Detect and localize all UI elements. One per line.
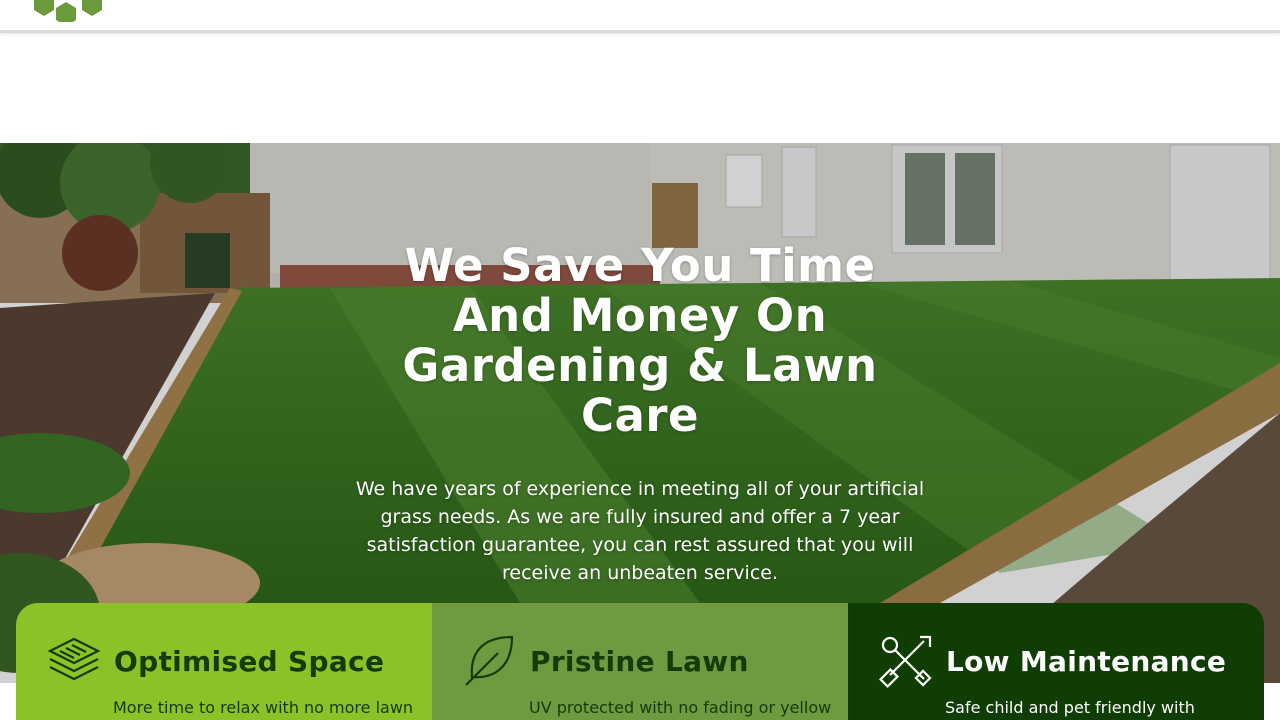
feature-description: More time to relax with no more lawn [113, 698, 414, 717]
hero-description: We have years of experience in meeting a… [355, 478, 925, 584]
feature-optimised-space: Optimised Space More time to relax with … [16, 603, 432, 720]
features-bar: Optimised Space More time to relax with … [16, 603, 1264, 720]
layers-icon [47, 637, 101, 681]
hero-section: We Save You Time And Money On Gardening … [0, 143, 1280, 683]
feature-low-maintenance: Low Maintenance Safe child and pet frien… [848, 603, 1264, 720]
hero-content: We Save You Time And Money On Gardening … [340, 241, 940, 587]
feature-description: UV protected with no fading or yellow [529, 698, 832, 717]
site-header [0, 0, 1280, 33]
feature-title: Low Maintenance [946, 644, 1227, 678]
feature-pristine-lawn: Pristine Lawn UV protected with no fadin… [432, 603, 848, 720]
feature-description: Safe child and pet friendly with [945, 698, 1195, 717]
feature-title: Pristine Lawn [530, 644, 749, 678]
feature-title: Optimised Space [114, 644, 385, 678]
tools-icon [878, 635, 932, 689]
leaf-icon [465, 635, 514, 686]
logo-hexagon-icon[interactable] [26, 0, 110, 22]
hero-title: We Save You Time And Money On Gardening … [402, 239, 878, 442]
